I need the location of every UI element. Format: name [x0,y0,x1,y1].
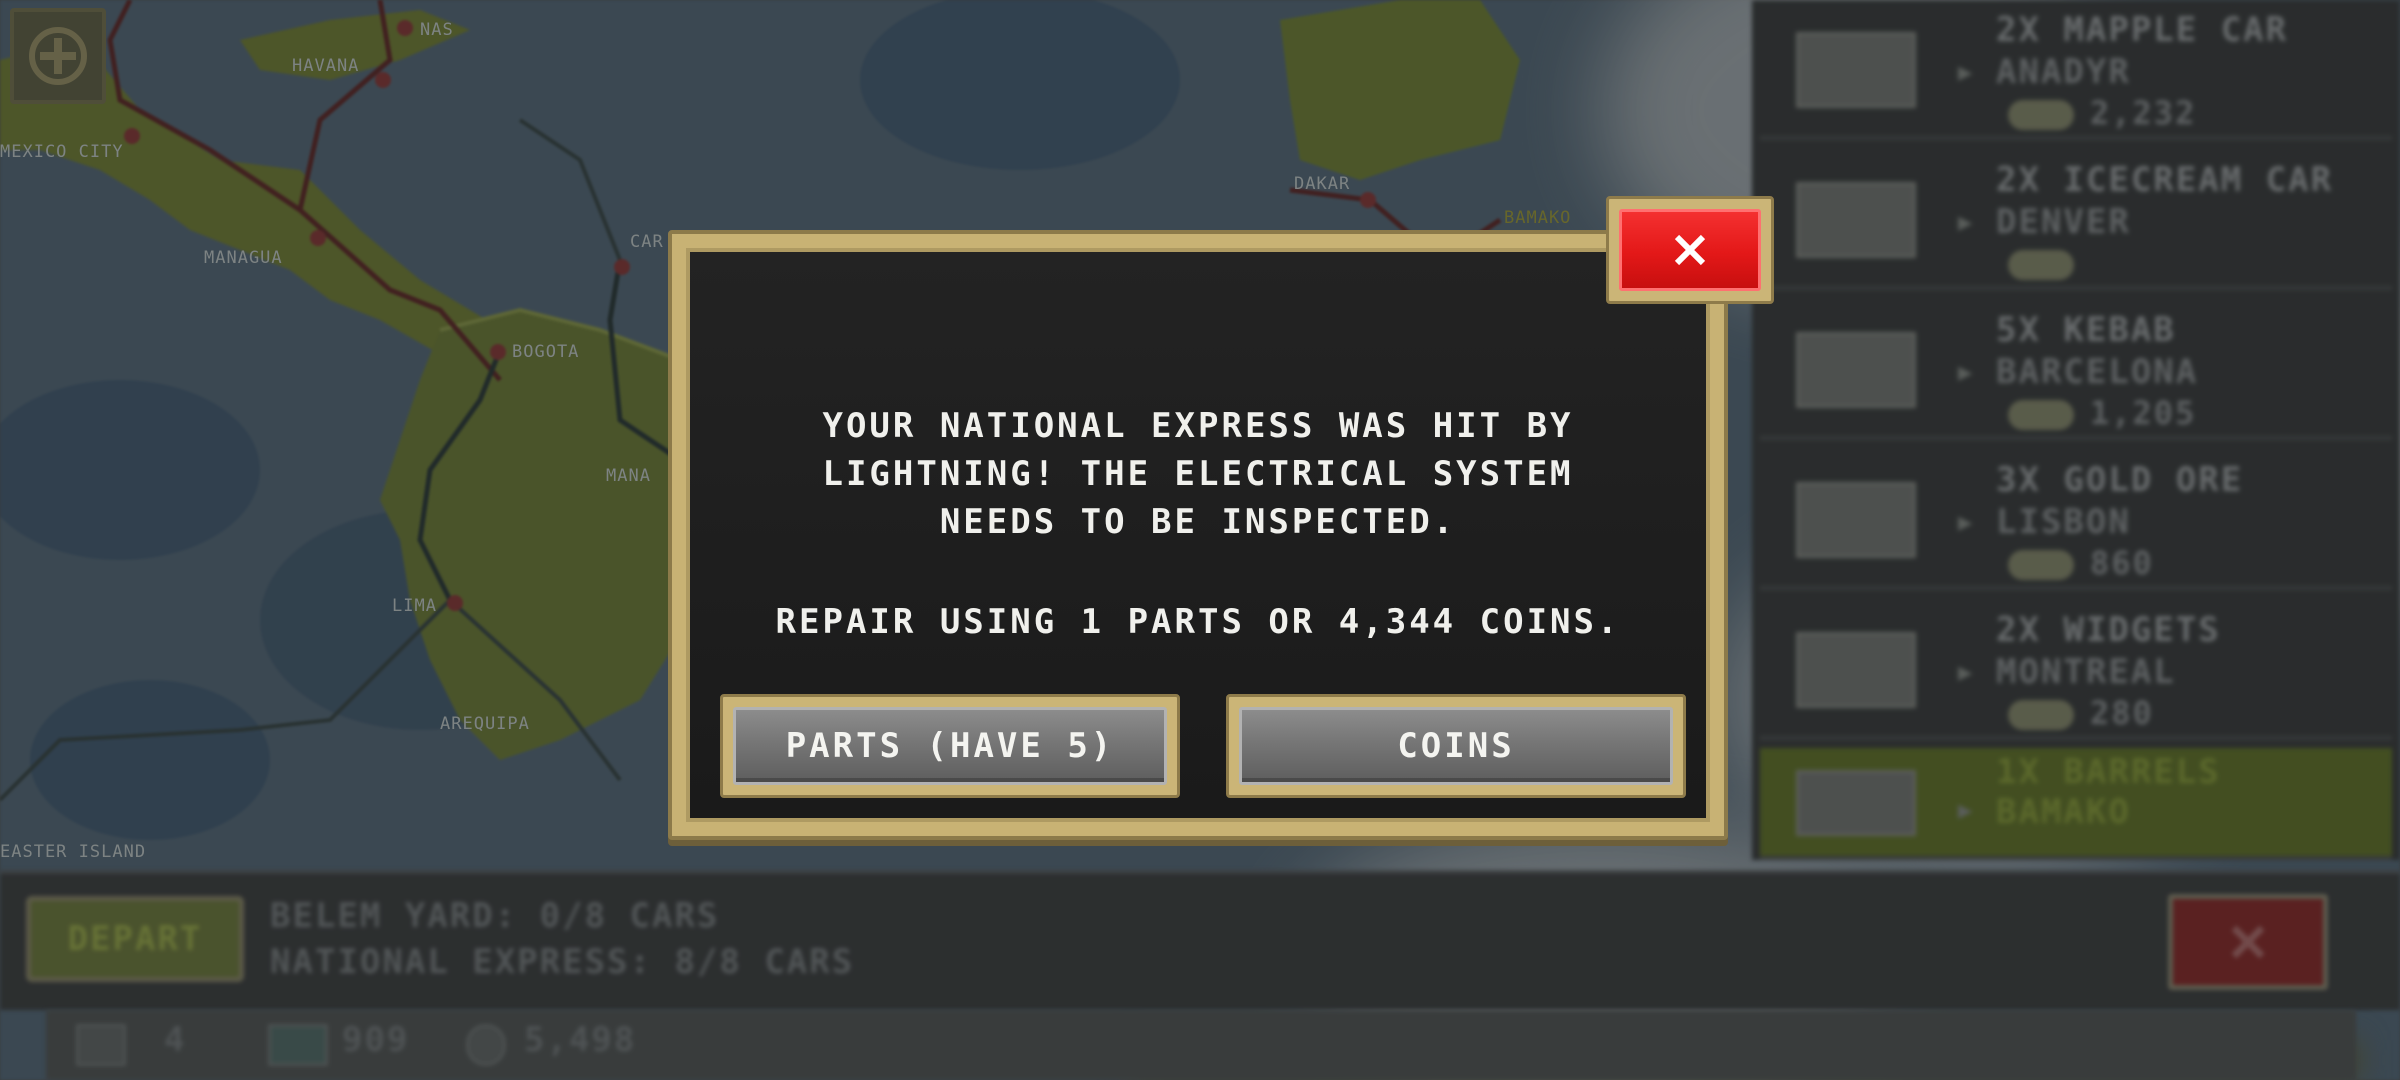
repair-with-parts-button[interactable]: PARTS (HAVE 5) [720,694,1180,798]
close-button-face [1619,209,1761,291]
dialog-close-button[interactable] [1606,196,1774,304]
parts-button-label: PARTS (HAVE 5) [733,707,1167,785]
dialog-message: YOUR NATIONAL EXPRESS WAS HIT BY LIGHTNI… [822,406,1574,542]
event-dialog: YOUR NATIONAL EXPRESS WAS HIT BY LIGHTNI… [668,230,1728,840]
repair-with-coins-button[interactable]: COINS [1226,694,1686,798]
repair-cost-text: REPAIR USING 1 PARTS OR 4,344 COINS. [775,602,1621,642]
coins-button-label: COINS [1239,707,1673,785]
close-icon [1674,234,1706,266]
